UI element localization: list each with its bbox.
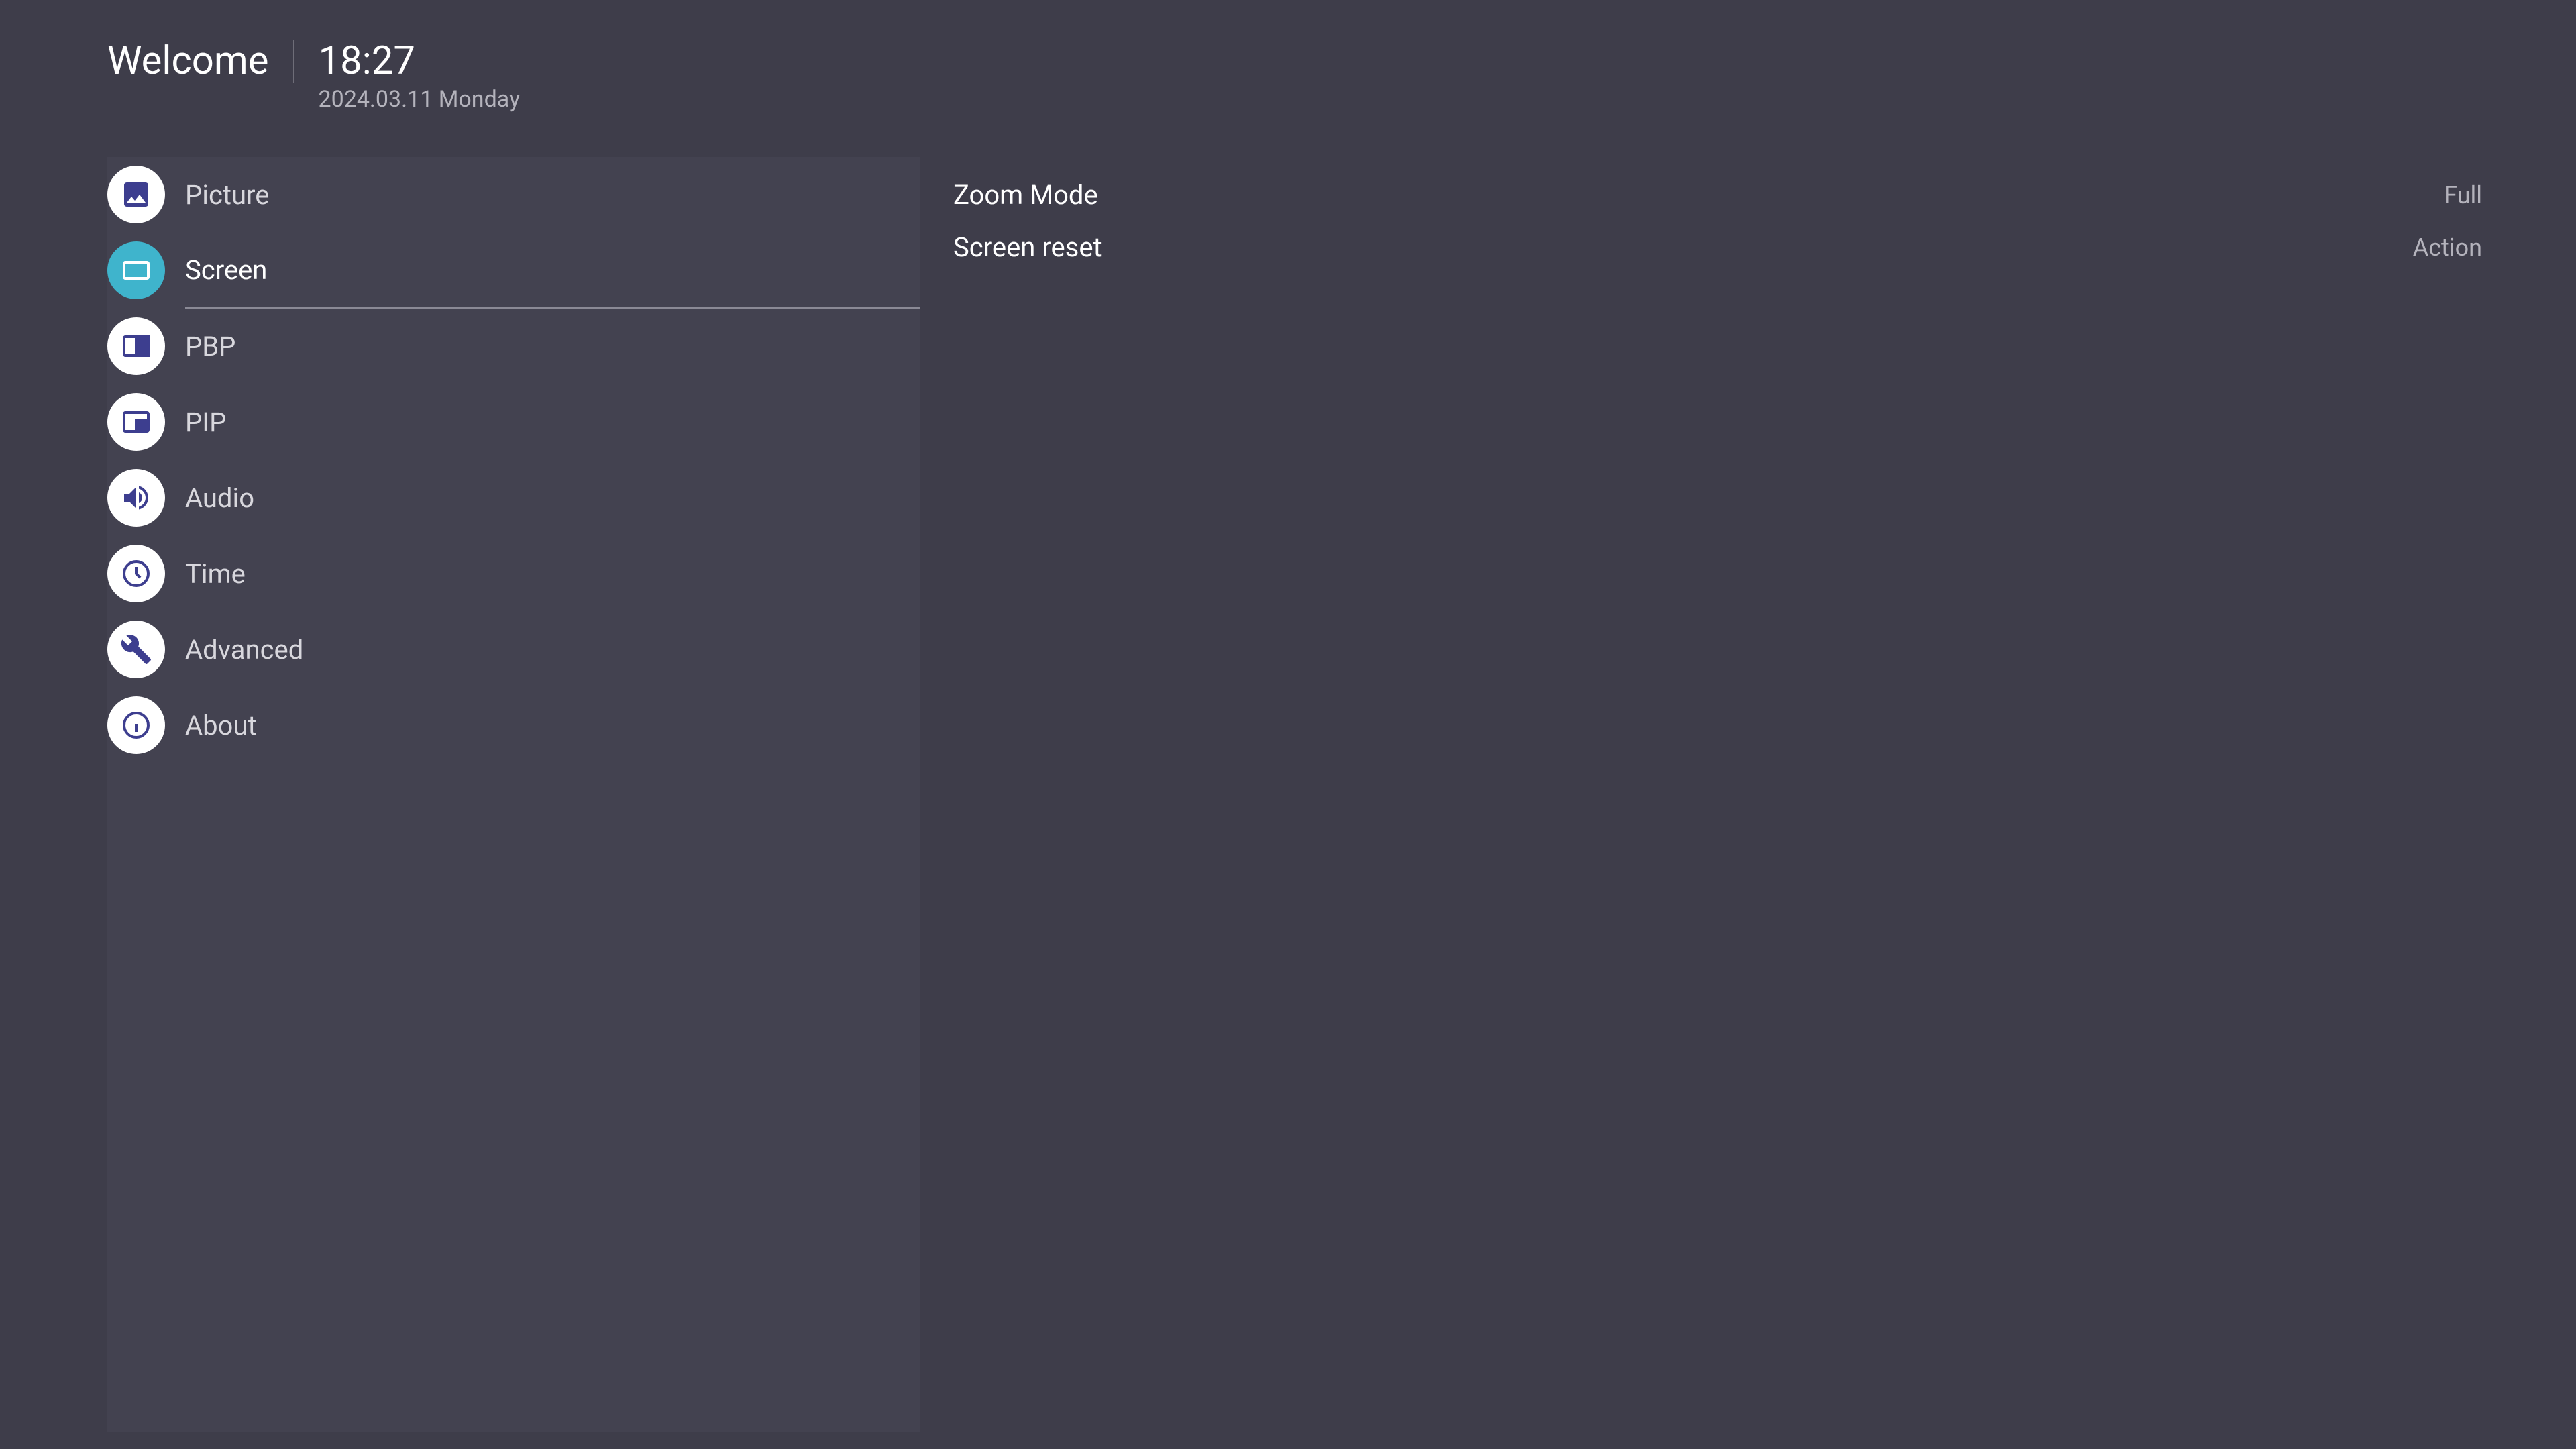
audio-icon [107, 469, 165, 527]
setting-screen-reset[interactable]: Screen reset Action [953, 221, 2482, 274]
pbp-icon [107, 317, 165, 375]
setting-label: Zoom Mode [953, 179, 1098, 211]
sidebar-item-label: Time [185, 558, 246, 590]
sidebar-item-pip[interactable]: PIP [107, 384, 920, 460]
setting-value: Action [2413, 233, 2482, 262]
screen-icon [107, 241, 165, 299]
sidebar: Picture Screen PBP [107, 157, 920, 1432]
picture-icon [107, 166, 165, 223]
sidebar-item-label: About [185, 710, 257, 741]
sidebar-item-label: Advanced [185, 634, 303, 665]
clock-icon [107, 545, 165, 602]
sidebar-item-time[interactable]: Time [107, 536, 920, 612]
time-display: 18:27 [319, 40, 521, 83]
welcome-title: Welcome [107, 40, 294, 83]
tools-icon [107, 621, 165, 678]
sidebar-item-label: PBP [185, 331, 235, 362]
sidebar-item-screen[interactable]: Screen [107, 233, 920, 309]
setting-zoom-mode[interactable]: Zoom Mode Full [953, 169, 2482, 221]
main-panel: Zoom Mode Full Screen reset Action [920, 157, 2576, 1432]
sidebar-item-pbp[interactable]: PBP [107, 309, 920, 384]
setting-label: Screen reset [953, 231, 1102, 263]
sidebar-item-label: Picture [185, 179, 269, 211]
sidebar-item-label: Screen [185, 254, 267, 286]
sidebar-item-label: PIP [185, 407, 226, 438]
sidebar-item-about[interactable]: About [107, 688, 920, 763]
sidebar-item-label: Audio [185, 482, 254, 514]
header: Welcome 18:27 2024.03.11 Monday [0, 0, 2576, 113]
info-icon [107, 696, 165, 754]
pip-icon [107, 393, 165, 451]
sidebar-item-picture[interactable]: Picture [107, 157, 920, 233]
sidebar-item-advanced[interactable]: Advanced [107, 612, 920, 688]
date-display: 2024.03.11 Monday [319, 86, 521, 113]
content-area: Picture Screen PBP [0, 157, 2576, 1432]
setting-value: Full [2444, 181, 2482, 209]
sidebar-item-audio[interactable]: Audio [107, 460, 920, 536]
datetime-section: 18:27 2024.03.11 Monday [294, 40, 521, 113]
